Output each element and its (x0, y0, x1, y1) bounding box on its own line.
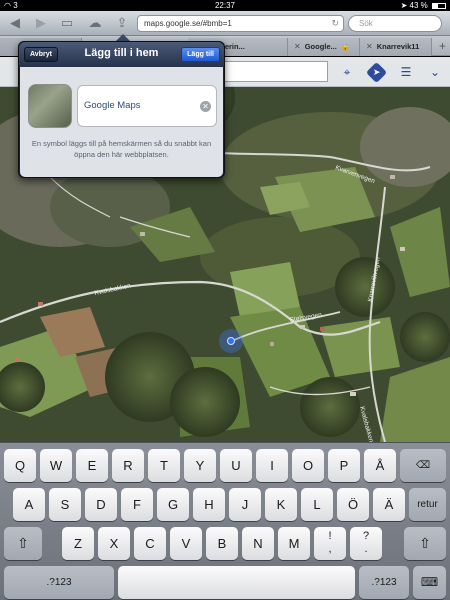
popover-hint: En symbol läggs till på hemskärmen så du… (31, 139, 212, 159)
key[interactable]: T (148, 449, 180, 482)
close-icon[interactable]: ✕ (294, 42, 301, 51)
popover-header: Lägg till i hem Avbryt Lägg till (19, 42, 224, 67)
key[interactable]: C (134, 527, 166, 560)
cloud-icon[interactable]: ☁ (86, 15, 104, 31)
key[interactable]: K (265, 488, 297, 521)
battery-label: 43 % (409, 1, 428, 10)
maps-search-input[interactable] (216, 61, 328, 82)
key[interactable]: E (76, 449, 108, 482)
tab-label: Google... (304, 42, 337, 51)
key[interactable]: D (85, 488, 117, 521)
key[interactable]: X (98, 527, 130, 560)
onscreen-keyboard: Q W E R T Y U I O P Å ⌫ A S D F G H J K … (0, 442, 450, 600)
cancel-button[interactable]: Avbryt (24, 47, 58, 62)
add-tab-icon[interactable]: + (439, 38, 446, 54)
key[interactable]: P (328, 449, 360, 482)
key-lower: , (328, 543, 332, 555)
my-location-icon[interactable]: ⌖ (337, 62, 357, 82)
key[interactable]: W (40, 449, 72, 482)
key[interactable]: L (301, 488, 333, 521)
key[interactable]: Z (62, 527, 94, 560)
shift-icon[interactable]: ⇧ (4, 527, 42, 560)
punctuation-key[interactable]: ! , (314, 527, 346, 560)
chevron-down-icon[interactable]: ⌄ (425, 62, 445, 82)
key[interactable]: B (206, 527, 238, 560)
key[interactable]: H (193, 488, 225, 521)
key[interactable]: J (229, 488, 261, 521)
key[interactable]: M (278, 527, 310, 560)
location-icon: ➤ (400, 1, 410, 10)
return-key[interactable]: retur (409, 488, 446, 521)
tab-knarrevik[interactable]: ✕ Knarrevik11 (360, 38, 432, 56)
shift-icon[interactable]: ⇧ (404, 527, 446, 560)
browser-toolbar: ◀ ▶ ▭ ☁ ⇪ maps.google.se/#bmb=1 ↻ Sök (0, 11, 450, 36)
list-icon[interactable]: ☰ (396, 62, 416, 82)
directions-icon[interactable]: ➤ (365, 61, 388, 84)
clear-icon[interactable]: ✕ (200, 101, 211, 112)
key[interactable]: A (13, 488, 45, 521)
backspace-icon[interactable]: ⌫ (400, 449, 446, 482)
lock-icon: 🔒 (340, 42, 351, 51)
key-upper: ? (362, 530, 370, 542)
key[interactable]: Ä (373, 488, 405, 521)
key[interactable]: I (256, 449, 288, 482)
key[interactable]: N (242, 527, 274, 560)
key[interactable]: S (49, 488, 81, 521)
back-icon[interactable]: ◀ (6, 15, 24, 31)
numbers-key[interactable]: .?123 (4, 566, 114, 599)
key[interactable]: G (157, 488, 189, 521)
key[interactable]: Q (4, 449, 36, 482)
add-to-home-popover: Lägg till i hem Avbryt Lägg till Google … (18, 41, 225, 178)
url-field[interactable]: maps.google.se/#bmb=1 ↻ (137, 15, 344, 32)
tab-label: Knarrevik11 (376, 42, 420, 51)
forward-icon[interactable]: ▶ (32, 15, 50, 31)
book-icon[interactable]: ▭ (58, 15, 76, 31)
key[interactable]: Ö (337, 488, 369, 521)
popover-body: Google Maps ✕ En symbol läggs till på he… (20, 67, 223, 177)
clock: 22:37 (214, 1, 236, 10)
key[interactable]: Y (184, 449, 216, 482)
key[interactable]: V (170, 527, 202, 560)
bookmark-name-field[interactable]: Google Maps ✕ (77, 85, 217, 127)
search-input[interactable]: Sök (348, 15, 442, 32)
battery-indicator: ➤ 43 % (401, 0, 446, 11)
reload-icon[interactable]: ↻ (331, 16, 339, 31)
key-lower: . (364, 543, 368, 555)
share-icon[interactable]: ⇪ (113, 15, 131, 31)
key[interactable]: U (220, 449, 252, 482)
key-upper: ! (328, 530, 332, 542)
space-bar[interactable] (118, 566, 355, 599)
url-text: maps.google.se/#bmb=1 (144, 19, 232, 28)
key[interactable]: O (292, 449, 324, 482)
add-button[interactable]: Lägg till (181, 47, 220, 62)
key[interactable]: R (112, 449, 144, 482)
key[interactable]: F (121, 488, 153, 521)
close-icon[interactable]: ✕ (366, 42, 373, 51)
status-bar: ◠ 3 22:37 ➤ 43 % (0, 0, 450, 11)
punctuation-key[interactable]: ? . (350, 527, 382, 560)
tab-google[interactable]: ✕ Google... 🔒 (288, 38, 360, 56)
numbers-key[interactable]: .?123 (359, 566, 409, 599)
key[interactable]: Å (364, 449, 396, 482)
current-location-marker (219, 329, 243, 353)
battery-icon (432, 2, 446, 9)
bookmark-name-text: Google Maps (84, 100, 141, 111)
hide-keyboard-icon[interactable]: ⌨ (413, 566, 446, 599)
site-thumbnail (28, 84, 72, 128)
